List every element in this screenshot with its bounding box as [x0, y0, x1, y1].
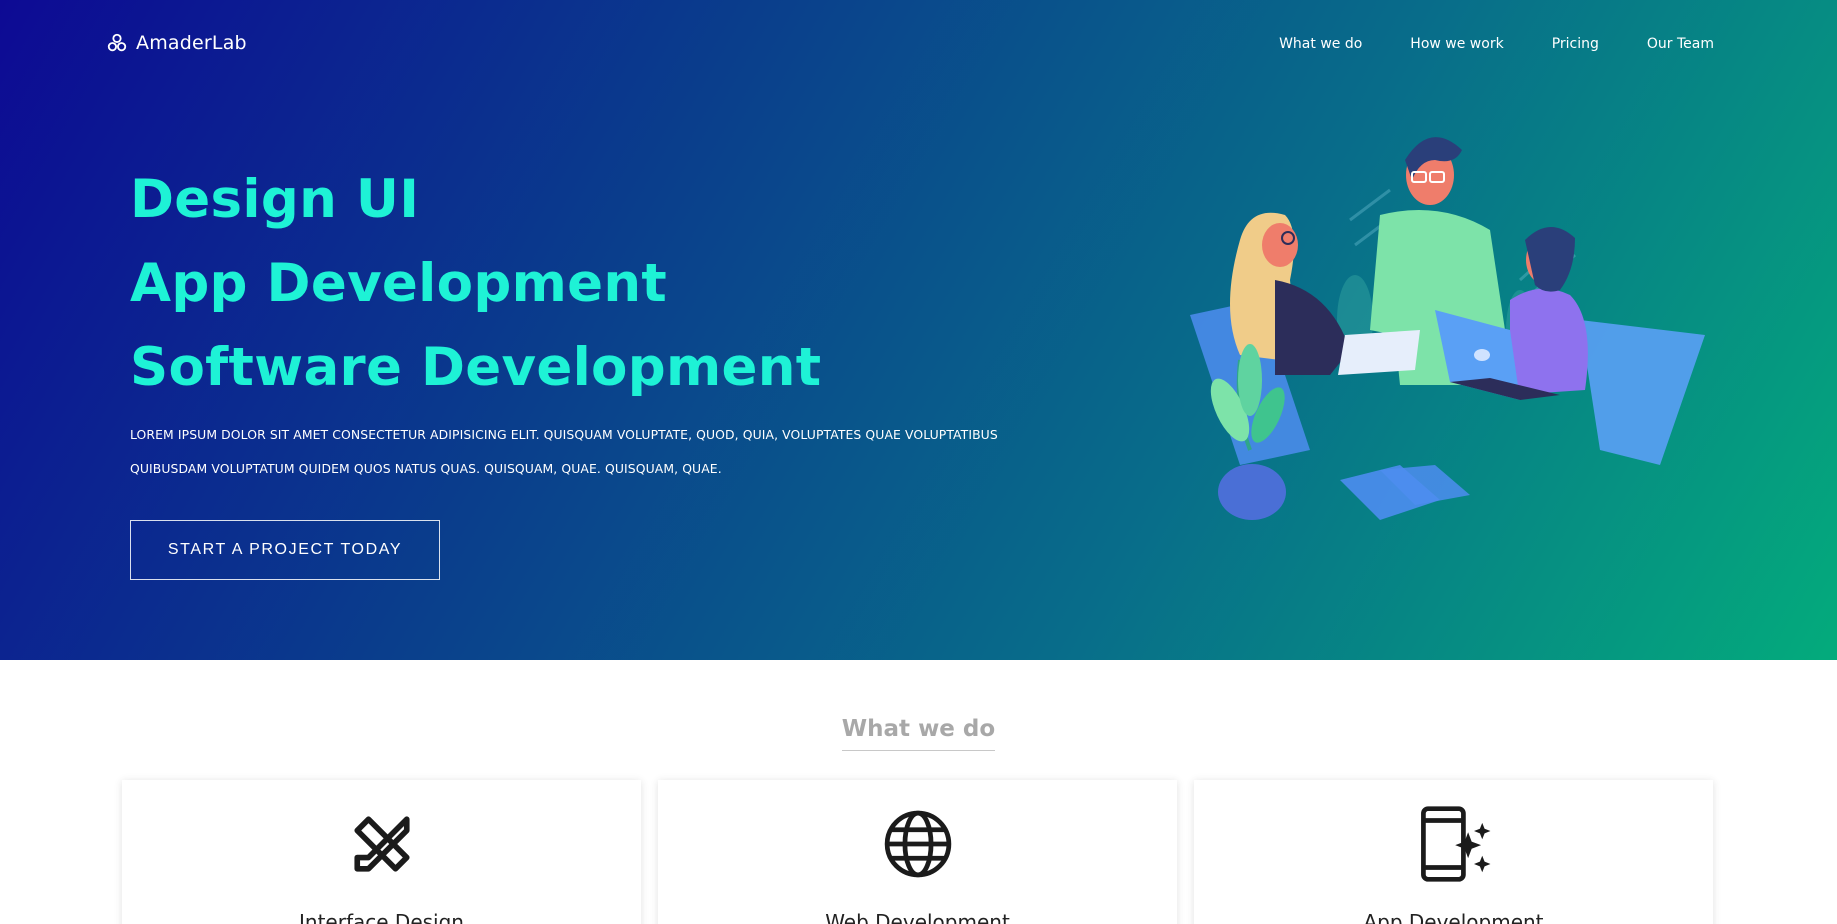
headline-line-software-development: Software Development: [130, 337, 822, 398]
service-title: Interface Design: [299, 910, 464, 924]
services-cards: Interface Design Web Development App Dev…: [122, 780, 1715, 924]
logo-icon: [106, 32, 128, 54]
headline-line-app-development: App Development: [130, 253, 668, 314]
brand-logo[interactable]: AmaderLab: [106, 32, 247, 54]
team-collaboration-illustration: [1180, 120, 1720, 540]
services-header: What we do: [0, 716, 1837, 751]
nav-link-our-team[interactable]: Our Team: [1647, 36, 1714, 52]
service-title: App Development: [1363, 910, 1544, 924]
service-card-interface-design[interactable]: Interface Design: [122, 780, 641, 924]
start-project-button[interactable]: START A PROJECT TODAY: [130, 520, 440, 580]
headline-line-design-ui: Design UI: [130, 169, 420, 230]
nav-link-what-we-do[interactable]: What we do: [1279, 36, 1362, 52]
main-nav: What we do How we work Pricing Our Team: [1231, 36, 1714, 52]
hero-section: AmaderLab What we do How we work Pricing…: [0, 0, 1837, 660]
hero-description: LOREM IPSUM DOLOR SIT AMET CONSECTETUR A…: [130, 427, 998, 476]
hero-headline: Design UI App Development Software Devel…: [130, 158, 821, 410]
nav-link-how-we-work[interactable]: How we work: [1410, 36, 1503, 52]
service-title: Web Development: [825, 910, 1010, 924]
pencil-ruler-icon: [342, 804, 422, 884]
section-title-what-we-do: What we do: [841, 716, 996, 751]
mobile-sparkle-icon: [1414, 804, 1494, 884]
service-card-web-development[interactable]: Web Development: [658, 780, 1177, 924]
brand-name: AmaderLab: [136, 32, 247, 54]
nav-link-pricing[interactable]: Pricing: [1552, 36, 1599, 52]
service-card-app-development[interactable]: App Development: [1194, 780, 1713, 924]
globe-icon: [878, 804, 958, 884]
